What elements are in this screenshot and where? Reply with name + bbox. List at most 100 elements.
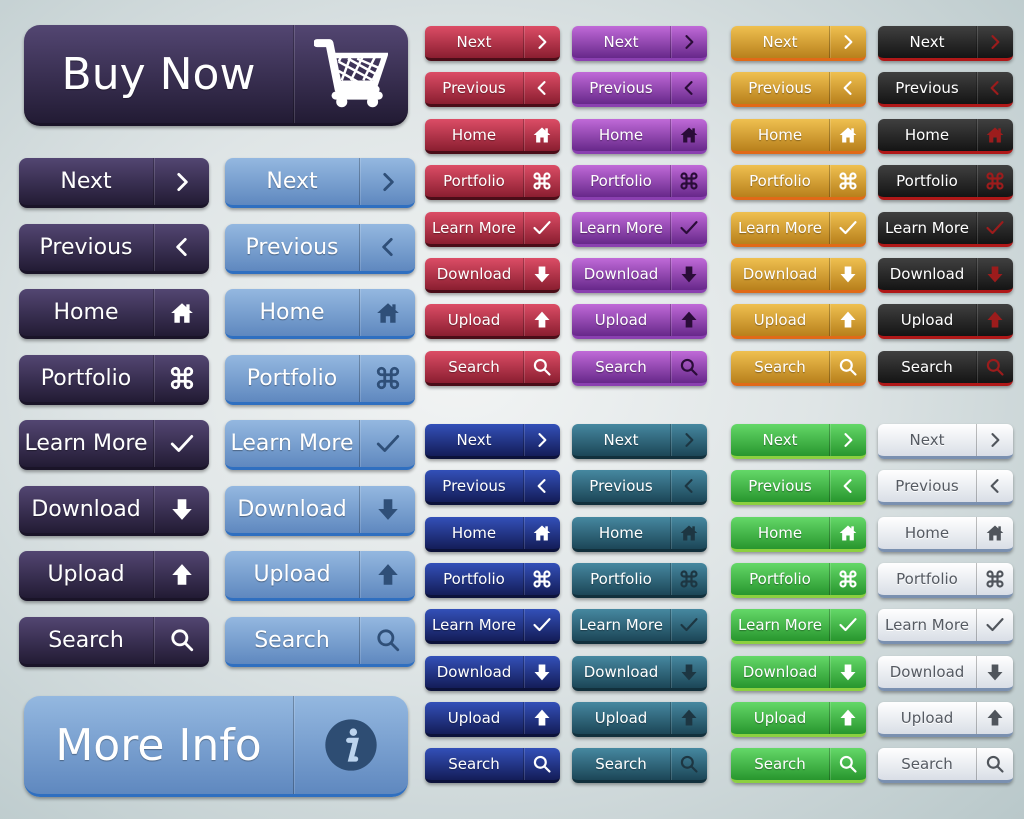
gold-download-button[interactable]: Download bbox=[731, 258, 866, 293]
gold-next-button[interactable]: Next bbox=[731, 26, 866, 61]
navy-home-button[interactable]: Home bbox=[425, 516, 560, 552]
command-icon bbox=[670, 562, 707, 595]
green-home-button[interactable]: Home bbox=[731, 516, 866, 552]
teal-download-button[interactable]: Download bbox=[572, 655, 707, 691]
chevron-left-icon bbox=[976, 470, 1013, 503]
red-previous-button[interactable]: Previous bbox=[425, 72, 560, 108]
green-search-button[interactable]: Search bbox=[731, 748, 866, 784]
dark-purple-previous-button[interactable]: Previous bbox=[19, 223, 209, 274]
light-blue-download-button[interactable]: Download bbox=[225, 485, 415, 536]
white-download-button[interactable]: Download bbox=[878, 655, 1013, 691]
purple-home-button[interactable]: Home bbox=[572, 118, 707, 154]
dark-purple-next-button[interactable]: Next bbox=[19, 158, 209, 208]
navy-learn-more-button[interactable]: Learn More bbox=[425, 609, 560, 645]
purple-learn-more-button[interactable]: Learn More bbox=[572, 211, 707, 247]
black-next-button[interactable]: Next bbox=[878, 26, 1013, 61]
light-blue-home-button[interactable]: Home bbox=[225, 289, 415, 339]
green-download-button[interactable]: Download bbox=[731, 655, 866, 691]
button-label: Search bbox=[595, 357, 647, 376]
green-portfolio-button[interactable]: Portfolio bbox=[731, 562, 866, 598]
gold-search-button[interactable]: Search bbox=[731, 350, 866, 386]
black-portfolio-button[interactable]: Portfolio bbox=[878, 165, 1013, 201]
teal-next-button[interactable]: Next bbox=[572, 424, 707, 459]
buy-now-button[interactable]: Buy Now bbox=[24, 25, 408, 126]
home-icon bbox=[359, 289, 415, 336]
white-learn-more-button[interactable]: Learn More bbox=[878, 609, 1013, 645]
navy-upload-button[interactable]: Upload bbox=[425, 701, 560, 737]
green-previous-button[interactable]: Previous bbox=[731, 470, 866, 506]
teal-previous-button[interactable]: Previous bbox=[572, 470, 707, 506]
white-search-button[interactable]: Search bbox=[878, 748, 1013, 784]
teal-search-button[interactable]: Search bbox=[572, 748, 707, 784]
dark-purple-upload-button[interactable]: Upload bbox=[19, 551, 209, 601]
gold-previous-button[interactable]: Previous bbox=[731, 72, 866, 108]
gold-upload-button[interactable]: Upload bbox=[731, 304, 866, 340]
arrow-down-icon bbox=[976, 258, 1013, 290]
white-next-button[interactable]: Next bbox=[878, 424, 1013, 459]
light-blue-next-button[interactable]: Next bbox=[225, 158, 415, 208]
teal-learn-more-button[interactable]: Learn More bbox=[572, 609, 707, 645]
red-portfolio-button[interactable]: Portfolio bbox=[425, 165, 560, 201]
green-upload-button[interactable]: Upload bbox=[731, 701, 866, 737]
dark-purple-home-button[interactable]: Home bbox=[19, 289, 209, 339]
dark-purple-learn-more-button[interactable]: Learn More bbox=[19, 420, 209, 470]
check-icon bbox=[976, 609, 1013, 642]
button-label: Previous bbox=[39, 234, 133, 260]
chevron-right-icon bbox=[359, 158, 415, 205]
black-upload-button[interactable]: Upload bbox=[878, 304, 1013, 340]
teal-upload-button[interactable]: Upload bbox=[572, 701, 707, 737]
purple-previous-button[interactable]: Previous bbox=[572, 72, 707, 108]
purple-search-button[interactable]: Search bbox=[572, 350, 707, 386]
teal-portfolio-button[interactable]: Portfolio bbox=[572, 562, 707, 598]
red-home-button[interactable]: Home bbox=[425, 118, 560, 154]
purple-next-button[interactable]: Next bbox=[572, 26, 707, 61]
light-blue-previous-button[interactable]: Previous bbox=[225, 223, 415, 274]
navy-previous-button[interactable]: Previous bbox=[425, 470, 560, 506]
navy-portfolio-button[interactable]: Portfolio bbox=[425, 562, 560, 598]
black-learn-more-button[interactable]: Learn More bbox=[878, 211, 1013, 247]
teal-home-button[interactable]: Home bbox=[572, 516, 707, 552]
purple-download-button[interactable]: Download bbox=[572, 258, 707, 293]
navy-next-button[interactable]: Next bbox=[425, 424, 560, 459]
green-next-button[interactable]: Next bbox=[731, 424, 866, 459]
red-download-button[interactable]: Download bbox=[425, 258, 560, 293]
button-label: Upload bbox=[447, 311, 501, 330]
light-blue-search-button[interactable]: Search bbox=[225, 616, 415, 667]
dark-purple-search-button[interactable]: Search bbox=[19, 616, 209, 667]
home-icon bbox=[523, 516, 560, 549]
white-home-button[interactable]: Home bbox=[878, 516, 1013, 552]
red-upload-button[interactable]: Upload bbox=[425, 304, 560, 340]
black-search-button[interactable]: Search bbox=[878, 350, 1013, 386]
navy-download-button[interactable]: Download bbox=[425, 655, 560, 691]
gold-portfolio-button[interactable]: Portfolio bbox=[731, 165, 866, 201]
red-learn-more-button[interactable]: Learn More bbox=[425, 211, 560, 247]
green-learn-more-button[interactable]: Learn More bbox=[731, 609, 866, 645]
purple-upload-button[interactable]: Upload bbox=[572, 304, 707, 340]
white-previous-button[interactable]: Previous bbox=[878, 470, 1013, 506]
white-portfolio-button[interactable]: Portfolio bbox=[878, 562, 1013, 598]
navy-search-button[interactable]: Search bbox=[425, 748, 560, 784]
black-download-button[interactable]: Download bbox=[878, 258, 1013, 293]
purple-portfolio-button[interactable]: Portfolio bbox=[572, 165, 707, 201]
white-upload-button[interactable]: Upload bbox=[878, 701, 1013, 737]
more-info-button[interactable]: More Info bbox=[24, 696, 408, 797]
dark-purple-download-button[interactable]: Download bbox=[19, 485, 209, 536]
button-label: Next bbox=[603, 431, 639, 449]
arrow-down-icon bbox=[153, 485, 209, 533]
command-icon bbox=[976, 562, 1013, 595]
gold-learn-more-button[interactable]: Learn More bbox=[731, 211, 866, 247]
black-home-button[interactable]: Home bbox=[878, 118, 1013, 154]
button-label: Previous bbox=[895, 477, 959, 496]
button-label: Next bbox=[762, 431, 798, 449]
dark-purple-portfolio-button[interactable]: Portfolio bbox=[19, 354, 209, 405]
button-label: Home bbox=[598, 523, 644, 542]
black-previous-button[interactable]: Previous bbox=[878, 72, 1013, 108]
button-label: Search bbox=[448, 755, 500, 774]
red-search-button[interactable]: Search bbox=[425, 350, 560, 386]
red-next-button[interactable]: Next bbox=[425, 26, 560, 61]
gold-home-button[interactable]: Home bbox=[731, 118, 866, 154]
light-blue-portfolio-button[interactable]: Portfolio bbox=[225, 354, 415, 405]
light-blue-upload-button[interactable]: Upload bbox=[225, 551, 415, 601]
light-blue-learn-more-button[interactable]: Learn More bbox=[225, 420, 415, 470]
button-label: Upload bbox=[753, 311, 807, 330]
